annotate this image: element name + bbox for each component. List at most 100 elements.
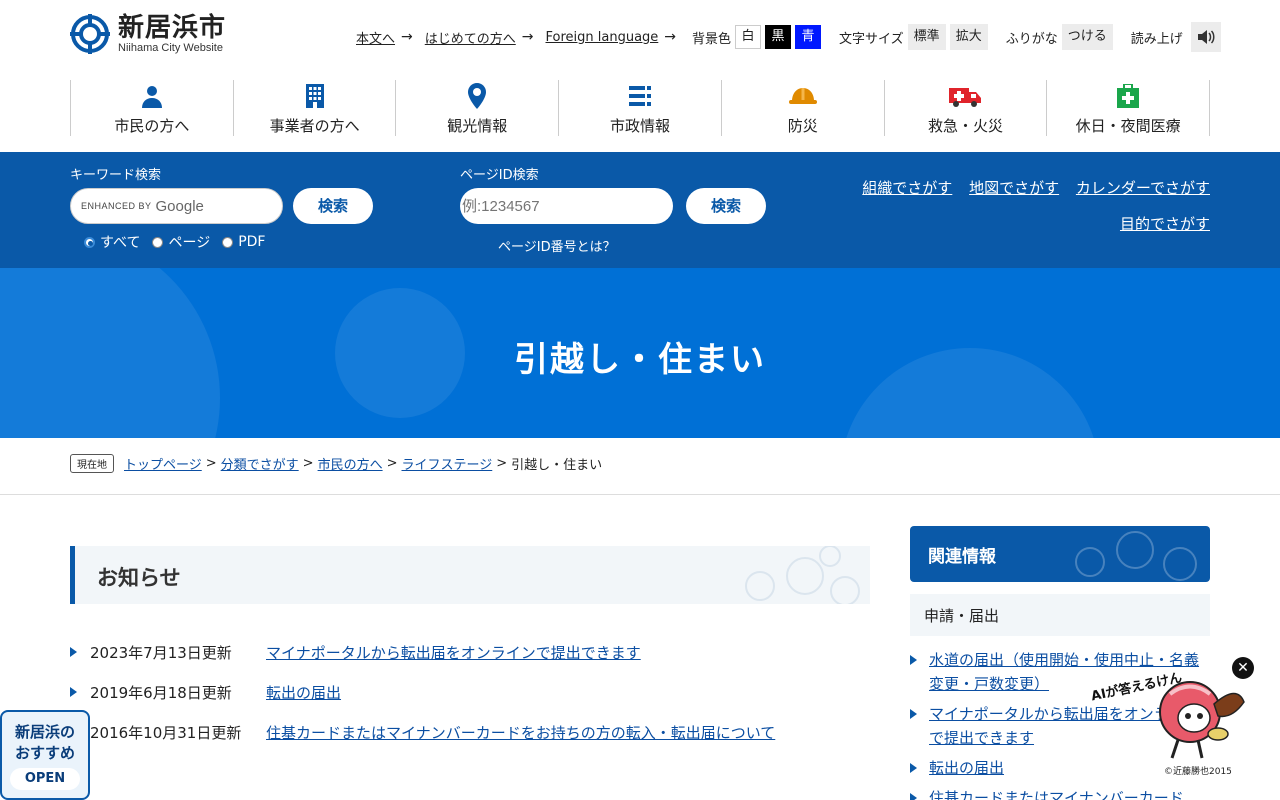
notice-link[interactable]: マイナポータルから転出届をオンラインで提出できます [266,642,641,663]
triangle-bullet-icon [910,763,917,773]
bg-blue-button[interactable]: 青 [795,25,822,49]
enhanced-by-label: ENHANCED BY [81,201,152,211]
notice-date: 2019年6月18日更新 [90,683,232,702]
page-id-input[interactable] [460,188,673,224]
ambulance-icon [949,82,982,109]
triangle-bullet-icon [70,647,77,657]
helmet-icon [788,82,817,109]
related-link[interactable]: 住基カードまたはマイナンバーカード [929,786,1184,800]
site-name: 新居浜市 [118,13,227,43]
furigana-button[interactable]: つける [1061,24,1113,50]
search-scope-radios: すべて ページ PDF [84,232,277,252]
recommend-open-button[interactable]: OPEN [10,768,80,790]
page-id-search-title: ページID検索 [460,168,539,183]
gnav-item-business[interactable]: 事業者の方へ [232,80,396,136]
page-id-help-link[interactable]: ページID番号とは？ [498,236,616,255]
find-by-purpose-link[interactable]: 目的でさがす [1120,215,1210,233]
page-hero: 引越し・住まい [0,268,1280,438]
notice-item: 2016年10月31日更新 住基カードまたはマイナンバーカードをお持ちの方の転入… [70,712,870,752]
notice-item: 2019年6月18日更新 転出の届出 [70,672,870,712]
breadcrumb-separator: > [205,456,217,471]
font-size-label: 文字サイズ [839,31,904,47]
speaker-icon[interactable] [1190,22,1221,52]
first-time-link[interactable]: はじめての方へ [425,28,516,47]
map-pin-icon [468,82,487,109]
breadcrumb-separator: > [386,456,398,471]
radio-page[interactable]: ページ [152,232,210,252]
keyword-search-input[interactable]: ENHANCED BY Google [70,188,283,224]
recommend-title-line1: 新居浜の [14,723,75,741]
gnav-label: 事業者の方へ [269,117,360,135]
list-icon [629,82,652,109]
ai-chat-widget[interactable]: AIが答えるけん ✕ ©近藤勝也2015 [1090,652,1260,782]
bg-white-button[interactable]: 白 [735,25,762,49]
keyword-search-title: キーワード検索 [70,168,162,183]
gnav-label: 観光情報 [447,117,508,135]
breadcrumb-link[interactable]: トップページ [124,454,202,473]
gnav-item-city-admin[interactable]: 市政情報 [558,80,721,136]
find-by-map-link[interactable]: 地図でさがす [969,179,1059,197]
recommend-panel-toggle[interactable]: 新居浜の おすすめ OPEN [0,710,90,800]
gnav-label: 防災 [787,117,818,135]
find-by-calendar-link[interactable]: カレンダーでさがす [1076,179,1210,197]
gnav-item-tourism[interactable]: 観光情報 [395,80,558,136]
mascot-character-icon [1159,681,1245,759]
search-band: キーワード検索 ENHANCED BY Google 検索 すべて ページ PD… [0,152,1280,268]
flower-decoration-icon [745,546,860,604]
arrow-right-icon: → [664,29,677,45]
notice-date: 2016年10月31日更新 [90,723,242,742]
triangle-bullet-icon [910,709,917,719]
related-link-item: 住基カードまたはマイナンバーカード [910,786,1210,800]
triangle-bullet-icon [70,687,77,697]
radio-all[interactable]: すべて [84,232,140,252]
breadcrumb-link[interactable]: 分類でさがす [221,454,299,473]
current-location-badge: 現在地 [70,454,114,473]
radio-unchecked-icon [222,236,234,248]
gnav-item-disaster-prevention[interactable]: 防災 [720,80,884,136]
radio-label: すべて [100,235,141,251]
gnav-label: 市民の方へ [114,117,190,135]
related-link[interactable]: 転出の届出 [929,756,1004,780]
close-icon[interactable]: ✕ [1232,657,1254,679]
bg-color-label: 背景色 [692,31,732,47]
find-by-organization-link[interactable]: 組織でさがす [862,179,952,197]
utility-bar: 本文へ → はじめての方へ → Foreign language → 背景色 白… [356,22,1221,52]
city-emblem-icon [70,14,110,54]
gnav-label: 市政情報 [610,117,671,135]
font-size-standard-button[interactable]: 標準 [907,24,946,50]
notice-list: 2023年7月13日更新 マイナポータルから転出届をオンラインで提出できます 2… [70,632,870,752]
notice-link[interactable]: 転出の届出 [266,682,341,703]
skip-to-content-link[interactable]: 本文へ [356,28,395,47]
triangle-bullet-icon [910,793,917,800]
site-header: 新居浜市 Niihama City Website 本文へ → はじめての方へ … [0,0,1280,152]
foreign-language-link[interactable]: Foreign language [546,30,659,45]
notice-link[interactable]: 住基カードまたはマイナンバーカードをお持ちの方の転入・転出届について [266,722,775,743]
breadcrumb-link[interactable]: 市民の方へ [318,454,383,473]
keyword-search-button[interactable]: 検索 [293,188,373,224]
notice-item: 2023年7月13日更新 マイナポータルから転出届をオンラインで提出できます [70,632,870,672]
recommend-title-line2: おすすめ [14,744,75,762]
divider [0,494,1280,495]
arrow-right-icon: → [521,29,534,45]
breadcrumb-link[interactable]: ライフステージ [402,454,493,473]
site-subtitle: Niihama City Website [118,42,223,54]
flower-decoration-icon [1075,531,1197,581]
page-id-search-button[interactable]: 検索 [686,188,766,224]
font-size-large-button[interactable]: 拡大 [949,24,988,50]
arrow-right-icon: → [401,29,413,45]
notice-date: 2023年7月13日更新 [90,643,232,662]
radio-label: ページ [168,235,211,251]
breadcrumb-separator: > [496,456,508,471]
radio-unchecked-icon [152,236,164,248]
gnav-label: 救急・火災 [927,117,1003,135]
radio-pdf[interactable]: PDF [222,234,265,250]
site-logo[interactable]: 新居浜市 Niihama City Website [70,14,226,54]
mascot-copyright: ©近藤勝也2015 [1164,767,1232,777]
person-icon [140,82,164,109]
google-logo: Google [155,197,204,215]
furigana-label: ふりがな [1005,31,1058,47]
gnav-item-emergency-fire[interactable]: 救急・火災 [883,80,1047,136]
gnav-item-residents[interactable]: 市民の方へ [70,80,233,136]
bg-black-button[interactable]: 黒 [765,25,792,49]
gnav-item-holiday-medical[interactable]: 休日・夜間医療 [1046,80,1211,136]
